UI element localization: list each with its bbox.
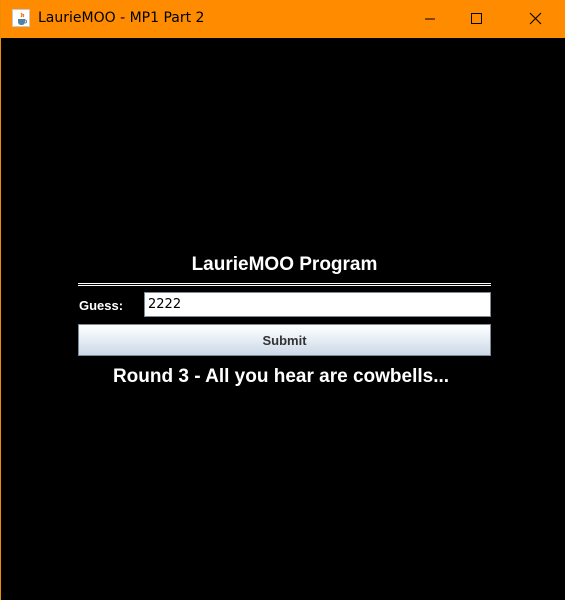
round-status: Round 3 - All you hear are cowbells... xyxy=(112,366,450,387)
title-bar[interactable]: LaurieMOO - MP1 Part 2 xyxy=(1,0,565,38)
close-button[interactable] xyxy=(512,0,558,38)
guess-label: Guess: xyxy=(79,298,124,313)
app-window: LaurieMOO - MP1 Part 2 LaurieMOO Program… xyxy=(0,0,565,600)
maximize-icon xyxy=(471,13,482,24)
heading-separator xyxy=(78,283,491,286)
maximize-button[interactable] xyxy=(453,0,499,38)
close-icon xyxy=(529,12,542,25)
guess-input[interactable] xyxy=(144,292,491,317)
content-panel: LaurieMOO Program Guess: Submit Round 3 … xyxy=(1,38,565,600)
submit-button[interactable]: Submit xyxy=(78,324,491,356)
java-cup-icon xyxy=(12,9,30,27)
window-title: LaurieMOO - MP1 Part 2 xyxy=(38,10,205,26)
minimize-icon xyxy=(425,18,435,20)
program-heading: LaurieMOO Program xyxy=(191,254,378,275)
minimize-button[interactable] xyxy=(407,0,453,38)
